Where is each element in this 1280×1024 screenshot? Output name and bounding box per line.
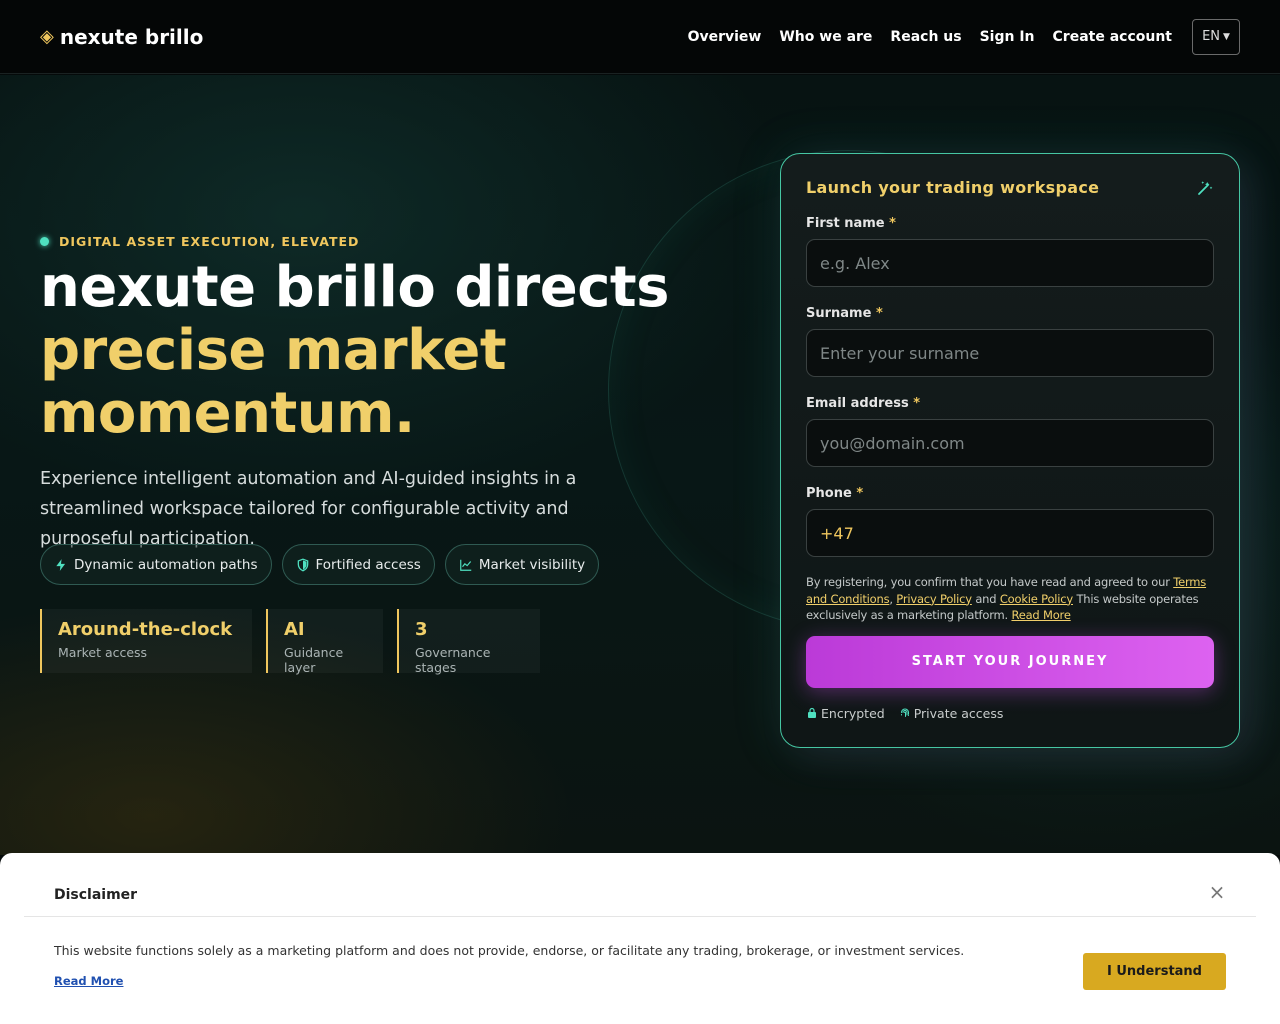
surname-label: Surname *	[806, 306, 883, 321]
feature-pills: Dynamic automation paths Fortified acces…	[40, 544, 600, 585]
surname-field-group: Surname *	[806, 306, 1214, 377]
i-understand-button[interactable]: I Understand	[1083, 953, 1226, 990]
language-selector[interactable]: EN ▼	[1192, 18, 1240, 55]
eyebrow-text: DIGITAL ASSET EXECUTION, ELEVATED	[59, 234, 360, 249]
site-header: ◈ nexute brillo Overview Who we are Reac…	[0, 0, 1280, 74]
hero-headline: nexute brillo directs precise market mom…	[40, 255, 670, 446]
pill-label: Dynamic automation paths	[74, 556, 258, 573]
brand[interactable]: ◈ nexute brillo	[40, 25, 203, 49]
magic-wand-icon	[1198, 180, 1213, 195]
phone-input[interactable]	[806, 509, 1214, 557]
stat-market-access: Around-the-clock Market access	[40, 609, 252, 673]
brand-name: nexute brillo	[59, 24, 204, 49]
disclaimer-read-more-link[interactable]: Read More	[54, 974, 123, 988]
badge-encrypted: Encrypted	[806, 706, 885, 721]
form-header: Launch your trading workspace	[806, 178, 1214, 197]
caret-down-icon: ▼	[1223, 31, 1230, 42]
form-title: Launch your trading workspace	[806, 178, 1100, 197]
pill-automation: Dynamic automation paths	[40, 544, 272, 585]
nav-who-we-are[interactable]: Who we are	[779, 29, 872, 45]
start-journey-button[interactable]: START YOUR JOURNEY	[806, 635, 1214, 688]
stat-label: Guidance layer	[284, 645, 344, 675]
pill-market-visibility: Market visibility	[444, 544, 600, 585]
headline-line-2: precise market	[40, 318, 507, 383]
diamond-logo-icon: ◈	[40, 26, 54, 47]
email-label: Email address *	[806, 396, 921, 411]
disclaimer-header: Disclaimer ×	[24, 853, 1256, 917]
legal-notice: By registering, you confirm that you hav…	[806, 575, 1207, 622]
fingerprint-icon	[900, 708, 909, 717]
stat-value: 3	[415, 619, 428, 640]
nav-sign-in[interactable]: Sign In	[980, 29, 1035, 45]
privacy-link[interactable]: Privacy Policy	[896, 592, 972, 606]
stat-label: Governance stages	[415, 645, 491, 675]
surname-input[interactable]	[806, 329, 1214, 377]
stat-value: AI	[284, 619, 305, 640]
pill-label: Fortified access	[315, 556, 421, 573]
nav-overview[interactable]: Overview	[688, 29, 762, 45]
chart-line-icon	[459, 559, 472, 571]
stat-value: Around-the-clock	[58, 619, 233, 640]
stat-governance-stages: 3 Governance stages	[397, 609, 540, 675]
main-nav: Overview Who we are Reach us Sign In Cre…	[688, 18, 1240, 55]
disclaimer-text: This website functions solely as a marke…	[54, 943, 965, 958]
phone-label: Phone *	[806, 486, 864, 501]
hero-lead: Experience intelligent automation and AI…	[40, 469, 577, 549]
nav-create-account[interactable]: Create account	[1053, 29, 1172, 45]
signup-form: Launch your trading workspace First name…	[780, 153, 1240, 748]
shield-icon	[297, 557, 308, 572]
pill-label: Market visibility	[478, 556, 586, 573]
status-dot-icon	[40, 237, 49, 246]
legal-read-more-link[interactable]: Read More	[1011, 608, 1070, 622]
nav-reach-us[interactable]: Reach us	[890, 29, 961, 45]
stat-label: Market access	[58, 645, 148, 660]
hero-stats: Around-the-clock Market access AI Guidan…	[40, 609, 540, 675]
headline-line-3: momentum.	[40, 381, 415, 446]
email-field-group: Email address *	[806, 396, 1214, 467]
lock-icon	[808, 707, 816, 718]
trust-badges: Encrypted Private access	[806, 706, 1214, 721]
close-icon[interactable]: ×	[1208, 882, 1226, 902]
stat-guidance-layer: AI Guidance layer	[266, 609, 383, 675]
cookie-link[interactable]: Cookie Policy	[1000, 592, 1073, 606]
lightning-icon	[56, 558, 66, 571]
first-name-field-group: First name *	[806, 216, 1214, 287]
disclaimer-banner: Disclaimer × This website functions sole…	[0, 853, 1280, 1024]
language-code: EN	[1202, 29, 1221, 44]
badge-private-access: Private access	[899, 706, 1003, 721]
first-name-label: First name *	[806, 216, 896, 231]
hero-eyebrow: DIGITAL ASSET EXECUTION, ELEVATED	[40, 234, 359, 249]
pill-fortified-access: Fortified access	[281, 544, 435, 585]
email-input[interactable]	[806, 419, 1214, 467]
phone-field-group: Phone *	[806, 486, 1214, 557]
first-name-input[interactable]	[806, 239, 1214, 287]
headline-line-1: nexute brillo directs	[40, 255, 670, 320]
disclaimer-title: Disclaimer	[54, 887, 138, 903]
